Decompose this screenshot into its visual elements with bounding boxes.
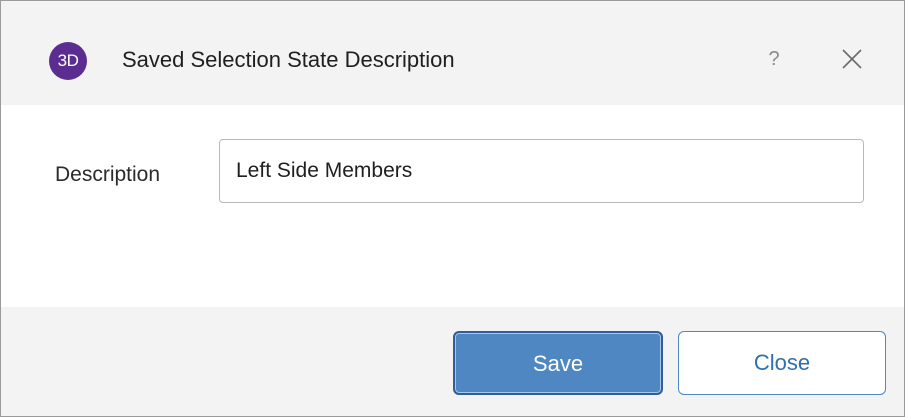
help-button[interactable]: ? [756, 41, 792, 77]
saved-selection-dialog: 3D Saved Selection State Description ? D… [0, 0, 905, 417]
dialog-body: Description [1, 105, 904, 307]
dialog-title: Saved Selection State Description [122, 47, 455, 72]
description-input[interactable] [219, 139, 864, 203]
description-label: Description [55, 163, 161, 186]
dialog-titlebar: 3D Saved Selection State Description ? [1, 1, 904, 105]
close-icon[interactable] [834, 41, 870, 77]
dialog-footer: Save Close [1, 307, 904, 416]
app-logo-icon: 3D [49, 42, 87, 80]
close-button[interactable]: Close [678, 331, 886, 395]
save-button[interactable]: Save [453, 331, 663, 395]
